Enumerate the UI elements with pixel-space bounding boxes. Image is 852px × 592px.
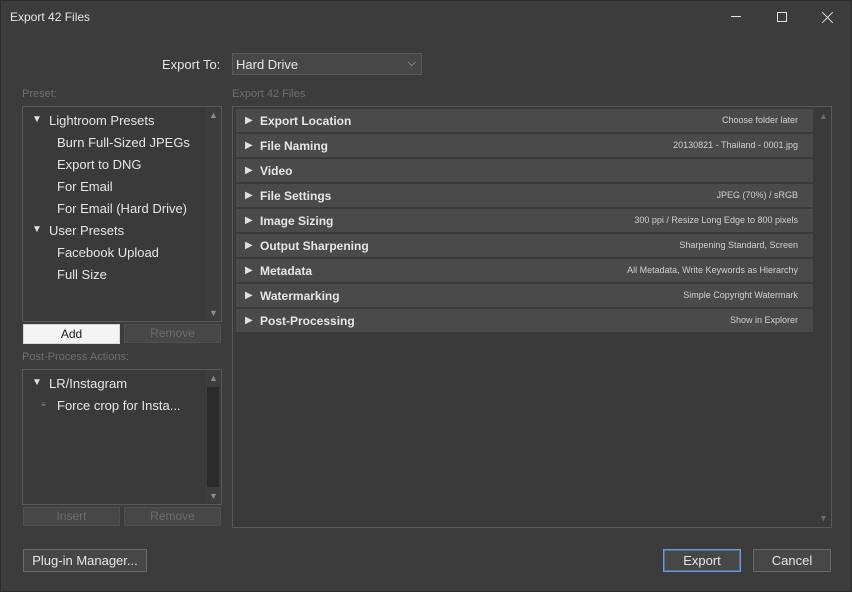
export-settings-panel: ▶ Export Location Choose folder later ▶ … bbox=[232, 106, 832, 528]
preset-folder-lightroom[interactable]: ▼ Lightroom Presets bbox=[32, 113, 155, 128]
section-title: File Settings bbox=[260, 189, 332, 203]
triangle-down-icon: ▼ bbox=[32, 377, 42, 388]
maximize-icon bbox=[777, 11, 787, 22]
post-process-item[interactable]: ≡ Force crop for Insta... bbox=[41, 398, 181, 413]
minimize-icon bbox=[731, 16, 741, 17]
section-summary: Choose folder later bbox=[721, 115, 798, 125]
post-process-folder-label: LR/Instagram bbox=[49, 376, 128, 391]
triangle-right-icon: ▶ bbox=[245, 115, 253, 126]
window-title: Export 42 Files bbox=[10, 10, 91, 24]
section-title: Watermarking bbox=[260, 289, 340, 303]
triangle-right-icon: ▶ bbox=[245, 240, 253, 251]
maximize-button[interactable] bbox=[759, 1, 805, 32]
section-image-sizing[interactable]: ▶ Image Sizing 300 ppi / Resize Long Edg… bbox=[236, 209, 813, 233]
section-export-location[interactable]: ▶ Export Location Choose folder later bbox=[236, 109, 813, 133]
preset-item[interactable]: Facebook Upload bbox=[57, 245, 159, 260]
export-to-value: Hard Drive bbox=[236, 57, 299, 72]
export-button[interactable]: Export bbox=[663, 549, 741, 572]
triangle-down-icon: ▼ bbox=[32, 114, 42, 125]
section-summary: JPEG (70%) / sRGB bbox=[716, 190, 798, 200]
preset-folder-label: User Presets bbox=[49, 223, 125, 238]
triangle-right-icon: ▶ bbox=[245, 290, 253, 301]
triangle-right-icon: ▶ bbox=[245, 315, 253, 326]
section-metadata[interactable]: ▶ Metadata All Metadata, Write Keywords … bbox=[236, 259, 813, 283]
close-button[interactable] bbox=[805, 1, 851, 32]
section-file-naming[interactable]: ▶ File Naming 20130821 - Thailand - 0001… bbox=[236, 134, 813, 158]
preset-item[interactable]: For Email (Hard Drive) bbox=[57, 201, 187, 216]
section-title: Export Location bbox=[260, 114, 352, 128]
section-title: Metadata bbox=[260, 264, 313, 278]
section-video[interactable]: ▶ Video bbox=[236, 159, 813, 183]
triangle-right-icon: ▶ bbox=[245, 165, 253, 176]
preset-folder-user[interactable]: ▼ User Presets bbox=[32, 223, 125, 238]
section-summary: Show in Explorer bbox=[729, 315, 798, 325]
export-to-dropdown[interactable]: Hard Drive ⌵ bbox=[232, 53, 422, 75]
triangle-right-icon: ▶ bbox=[245, 140, 253, 151]
chevron-down-icon: ⌵ bbox=[407, 57, 416, 69]
post-process-scrollbar[interactable]: ▲ ▼ bbox=[206, 371, 220, 503]
scroll-down-icon[interactable]: ▼ bbox=[209, 491, 218, 501]
triangle-right-icon: ▶ bbox=[245, 215, 253, 226]
section-watermarking[interactable]: ▶ Watermarking Simple Copyright Watermar… bbox=[236, 284, 813, 308]
close-icon bbox=[822, 11, 834, 23]
section-title: Image Sizing bbox=[260, 214, 334, 228]
section-summary: Simple Copyright Watermark bbox=[683, 290, 798, 300]
section-title: Video bbox=[260, 164, 293, 178]
scroll-down-icon[interactable]: ▼ bbox=[209, 308, 218, 318]
preset-item[interactable]: Full Size bbox=[57, 267, 107, 282]
preset-scrollbar[interactable]: ▲ ▼ bbox=[206, 108, 220, 320]
scroll-thumb[interactable] bbox=[207, 387, 219, 487]
export-to-label: Export To: bbox=[162, 57, 221, 72]
post-process-label: Post-Process Actions: bbox=[22, 351, 129, 363]
settings-scrollbar[interactable]: ▲ ▼ bbox=[816, 108, 830, 526]
scroll-up-icon[interactable]: ▲ bbox=[209, 373, 218, 383]
scroll-up-icon[interactable]: ▲ bbox=[819, 111, 828, 121]
triangle-down-icon: ▼ bbox=[32, 224, 42, 235]
add-preset-button[interactable]: Add bbox=[23, 324, 120, 344]
section-summary: 20130821 - Thailand - 0001.jpg bbox=[673, 140, 798, 150]
section-file-settings[interactable]: ▶ File Settings JPEG (70%) / sRGB bbox=[236, 184, 813, 208]
remove-preset-button[interactable]: Remove bbox=[124, 324, 221, 343]
section-post-processing[interactable]: ▶ Post-Processing Show in Explorer bbox=[236, 309, 813, 333]
section-title: File Naming bbox=[260, 139, 329, 153]
title-bar: Export 42 Files bbox=[1, 1, 851, 32]
main-label: Export 42 Files bbox=[232, 88, 306, 100]
section-summary: Sharpening Standard, Screen bbox=[679, 240, 798, 250]
section-title: Output Sharpening bbox=[260, 239, 369, 253]
preset-item[interactable]: For Email bbox=[57, 179, 113, 194]
section-title: Post-Processing bbox=[260, 314, 355, 328]
plugin-manager-button[interactable]: Plug-in Manager... bbox=[23, 549, 147, 572]
export-dialog: Export 42 Files Export To: Hard Drive ⌵ … bbox=[0, 0, 852, 592]
scroll-up-icon[interactable]: ▲ bbox=[209, 110, 218, 120]
scroll-down-icon[interactable]: ▼ bbox=[819, 513, 828, 523]
cancel-button[interactable]: Cancel bbox=[753, 549, 831, 572]
remove-action-button[interactable]: Remove bbox=[124, 507, 221, 526]
section-summary: 300 ppi / Resize Long Edge to 800 pixels bbox=[634, 215, 798, 225]
triangle-right-icon: ▶ bbox=[245, 190, 253, 201]
minimize-button[interactable] bbox=[713, 1, 759, 32]
post-process-item-label: Force crop for Insta... bbox=[57, 398, 181, 413]
preset-item[interactable]: Export to DNG bbox=[57, 157, 142, 172]
preset-folder-label: Lightroom Presets bbox=[49, 113, 155, 128]
preset-list: ▼ Lightroom Presets Burn Full-Sized JPEG… bbox=[22, 106, 222, 322]
section-output-sharpening[interactable]: ▶ Output Sharpening Sharpening Standard,… bbox=[236, 234, 813, 258]
preset-item[interactable]: Burn Full-Sized JPEGs bbox=[57, 135, 190, 150]
preset-label: Preset: bbox=[22, 88, 57, 100]
insert-action-button[interactable]: Insert bbox=[23, 507, 120, 526]
triangle-right-icon: ▶ bbox=[245, 265, 253, 276]
post-process-list: ▼ LR/Instagram ≡ Force crop for Insta...… bbox=[22, 369, 222, 505]
action-grip-icon: ≡ bbox=[41, 400, 46, 409]
section-summary: All Metadata, Write Keywords as Hierarch… bbox=[627, 265, 798, 275]
post-process-folder[interactable]: ▼ LR/Instagram bbox=[32, 376, 128, 391]
